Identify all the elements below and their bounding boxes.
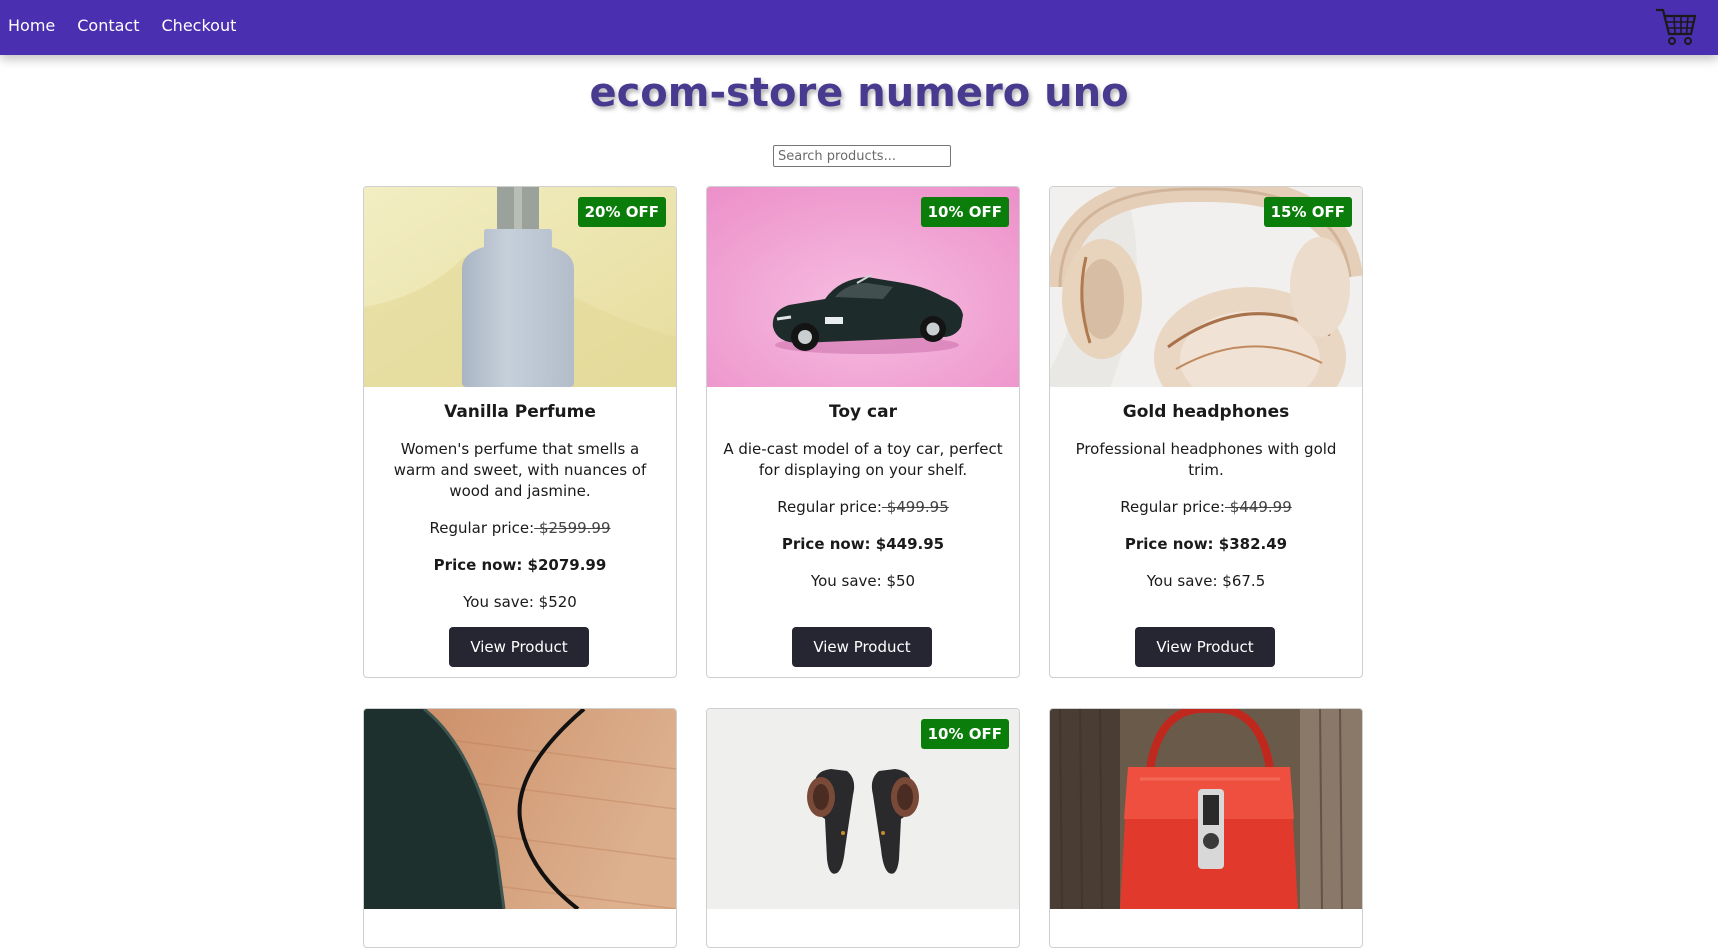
product-image-perfume[interactable]: 20% OFF <box>364 187 676 387</box>
old-price: $499.95 <box>881 498 949 516</box>
product-description: A die-cast model of a toy car, perfect f… <box>723 440 1003 479</box>
regular-price: Regular price: $449.99 <box>1050 497 1362 518</box>
product-image-power-bank[interactable] <box>364 709 676 909</box>
discount-badge: 10% OFF <box>920 719 1009 749</box>
product-card: 15% OFF Gold headphones Professional hea… <box>1049 186 1363 678</box>
product-image-headphones[interactable]: 15% OFF <box>1050 187 1362 387</box>
discount-badge: 15% OFF <box>1263 197 1352 227</box>
regular-price-label: Regular price: <box>429 519 535 537</box>
regular-price-label: Regular price: <box>1120 498 1225 516</box>
product-card-body: Toy car A die-cast model of a toy car, p… <box>707 387 1019 592</box>
savings-text: You save: $67.5 <box>1146 572 1266 590</box>
view-product-button[interactable]: View Product <box>792 627 932 667</box>
page-title: ecom-store numero uno <box>589 70 1129 116</box>
product-card: 10% OFF <box>706 708 1020 948</box>
nav-home-link[interactable]: Home <box>8 16 55 35</box>
current-price: Price now: $449.95 <box>781 535 945 553</box>
view-product-button[interactable]: View Product <box>1135 627 1275 667</box>
old-price: $449.99 <box>1224 498 1292 516</box>
product-card <box>1049 708 1363 948</box>
nav-contact-link[interactable]: Contact <box>77 16 139 35</box>
savings-text: You save: $50 <box>810 572 916 590</box>
product-name: Vanilla Perfume <box>444 402 596 422</box>
nav-links: Home Contact Checkout <box>8 16 258 35</box>
top-navbar: Home Contact Checkout <box>0 0 1718 55</box>
current-price: Price now: $2079.99 <box>433 556 607 574</box>
old-price: $2599.99 <box>534 519 611 537</box>
current-price: Price now: $382.49 <box>1124 535 1288 553</box>
product-description: Women's perfume that smells a warm and s… <box>393 440 647 500</box>
discount-badge: 10% OFF <box>920 197 1009 227</box>
product-name: Toy car <box>829 402 897 422</box>
product-image-earbuds[interactable]: 10% OFF <box>707 709 1019 909</box>
regular-price-label: Regular price: <box>777 498 882 516</box>
product-card: 20% OFF Vanilla Perfume Women's perfume … <box>363 186 677 678</box>
product-description: Professional headphones with gold trim. <box>1075 440 1337 479</box>
product-card-body: Vanilla Perfume Women's perfume that sme… <box>364 387 676 613</box>
product-image-handbag[interactable] <box>1050 709 1362 909</box>
product-name: Gold headphones <box>1122 402 1290 422</box>
shopping-cart-icon[interactable] <box>1654 4 1698 48</box>
product-card <box>363 708 677 948</box>
discount-badge: 20% OFF <box>577 197 666 227</box>
regular-price: Regular price: $499.95 <box>707 497 1019 518</box>
savings-text: You save: $520 <box>463 593 577 611</box>
product-image-toy-car[interactable]: 10% OFF <box>707 187 1019 387</box>
search-input[interactable] <box>773 145 951 167</box>
product-card: 10% OFF Toy car A die-cast model of a to… <box>706 186 1020 678</box>
view-product-button[interactable]: View Product <box>449 627 589 667</box>
regular-price: Regular price: $2599.99 <box>364 518 676 539</box>
product-card-body: Gold headphones Professional headphones … <box>1050 387 1362 592</box>
nav-checkout-link[interactable]: Checkout <box>162 16 237 35</box>
